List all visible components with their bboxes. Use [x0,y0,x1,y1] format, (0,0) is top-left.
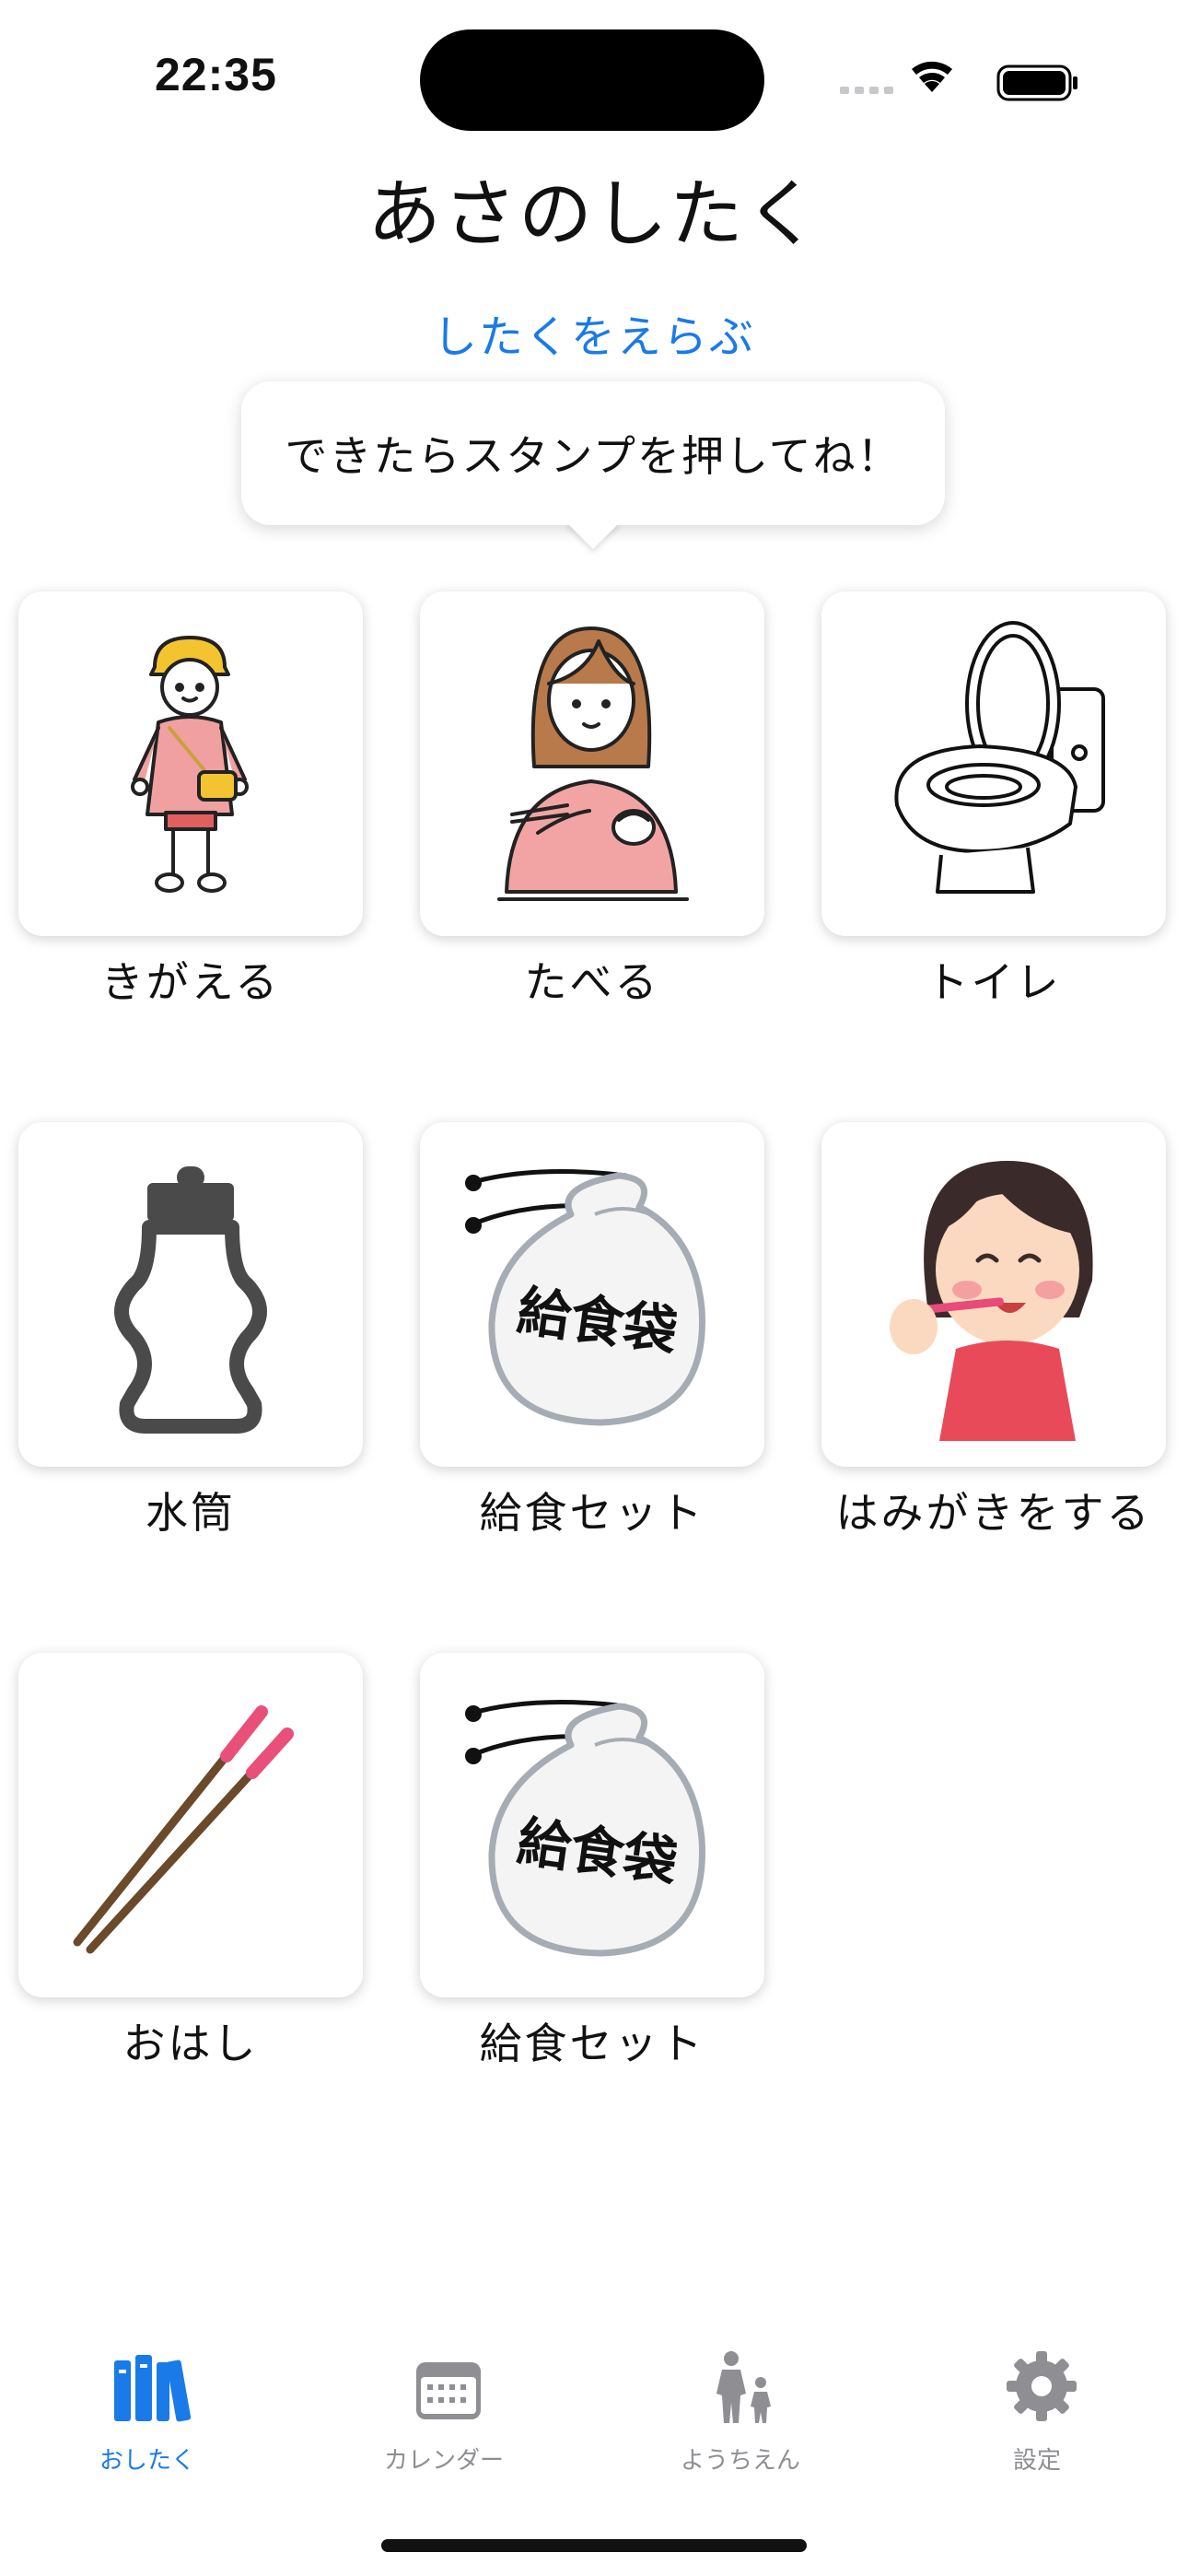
dynamic-island [420,29,764,131]
toilet-icon [894,621,1105,894]
lunch-bag-icon: 給食袋 [465,1169,706,1426]
task-label: はみがきをする [835,1488,1152,1538]
wifi-icon [912,61,952,92]
task-label: トイレ [926,957,1062,1007]
task-card-kyushoku-set[interactable]: 給食袋 [420,1122,764,1467]
tab-label: 設定 [1012,2447,1061,2475]
select-tasks-link[interactable]: したくをえらぶ [0,300,1188,365]
lunch-bag-icon: 給食袋 [465,1700,706,1957]
tab-label: ようちえん [680,2447,800,2475]
eating-person-icon [497,626,689,901]
status-time: 22:35 [155,49,277,100]
task-label: 給食セット [479,2019,705,2068]
tab-label: カレンダー [383,2447,504,2475]
bubble-tail [565,521,621,549]
water-bottle-icon [114,1166,267,1434]
tab-oshitaku[interactable]: おしたく [18,2349,276,2478]
gear-icon [1007,2351,1077,2421]
calendar-icon [416,2362,481,2419]
task-card-toilet[interactable] [821,591,1166,936]
chopsticks-icon [73,1705,294,1954]
toothbrushing-girl-icon [890,1161,1093,1441]
home-indicator[interactable] [381,2539,807,2552]
parent-child-icon [716,2351,771,2423]
task-card-hamigaki[interactable] [821,1122,1166,1467]
status-icons [840,61,1077,101]
page-title: あさのしたく [367,171,821,257]
task-card-ohashi[interactable] [18,1653,363,1997]
battery-icon [996,64,1077,101]
stamp-hint-bubble: できたらスタンプを押してね！ [241,381,945,525]
tab-youchien[interactable]: ようちえん [611,2349,869,2478]
task-card-suitou[interactable] [18,1122,363,1467]
cellular-signal-icon [840,87,893,94]
task-label: きがえる [100,957,281,1007]
task-label: おはし [122,2019,259,2068]
task-card-kigaeru[interactable] [18,591,363,936]
task-label: 水筒 [146,1488,236,1538]
task-card-taberu[interactable] [420,591,764,936]
tab-label: おしたく [99,2447,195,2475]
task-card-kyushoku-set-2[interactable]: 給食袋 [420,1653,764,1997]
child-uniform-icon [131,636,249,893]
books-icon [114,2355,192,2422]
tab-settings[interactable]: 設定 [908,2349,1166,2478]
tab-calendar[interactable]: カレンダー [315,2349,573,2478]
status-bar: 22:35 [0,0,1188,138]
task-label: 給食セット [479,1488,705,1538]
task-label: たべる [524,957,660,1007]
